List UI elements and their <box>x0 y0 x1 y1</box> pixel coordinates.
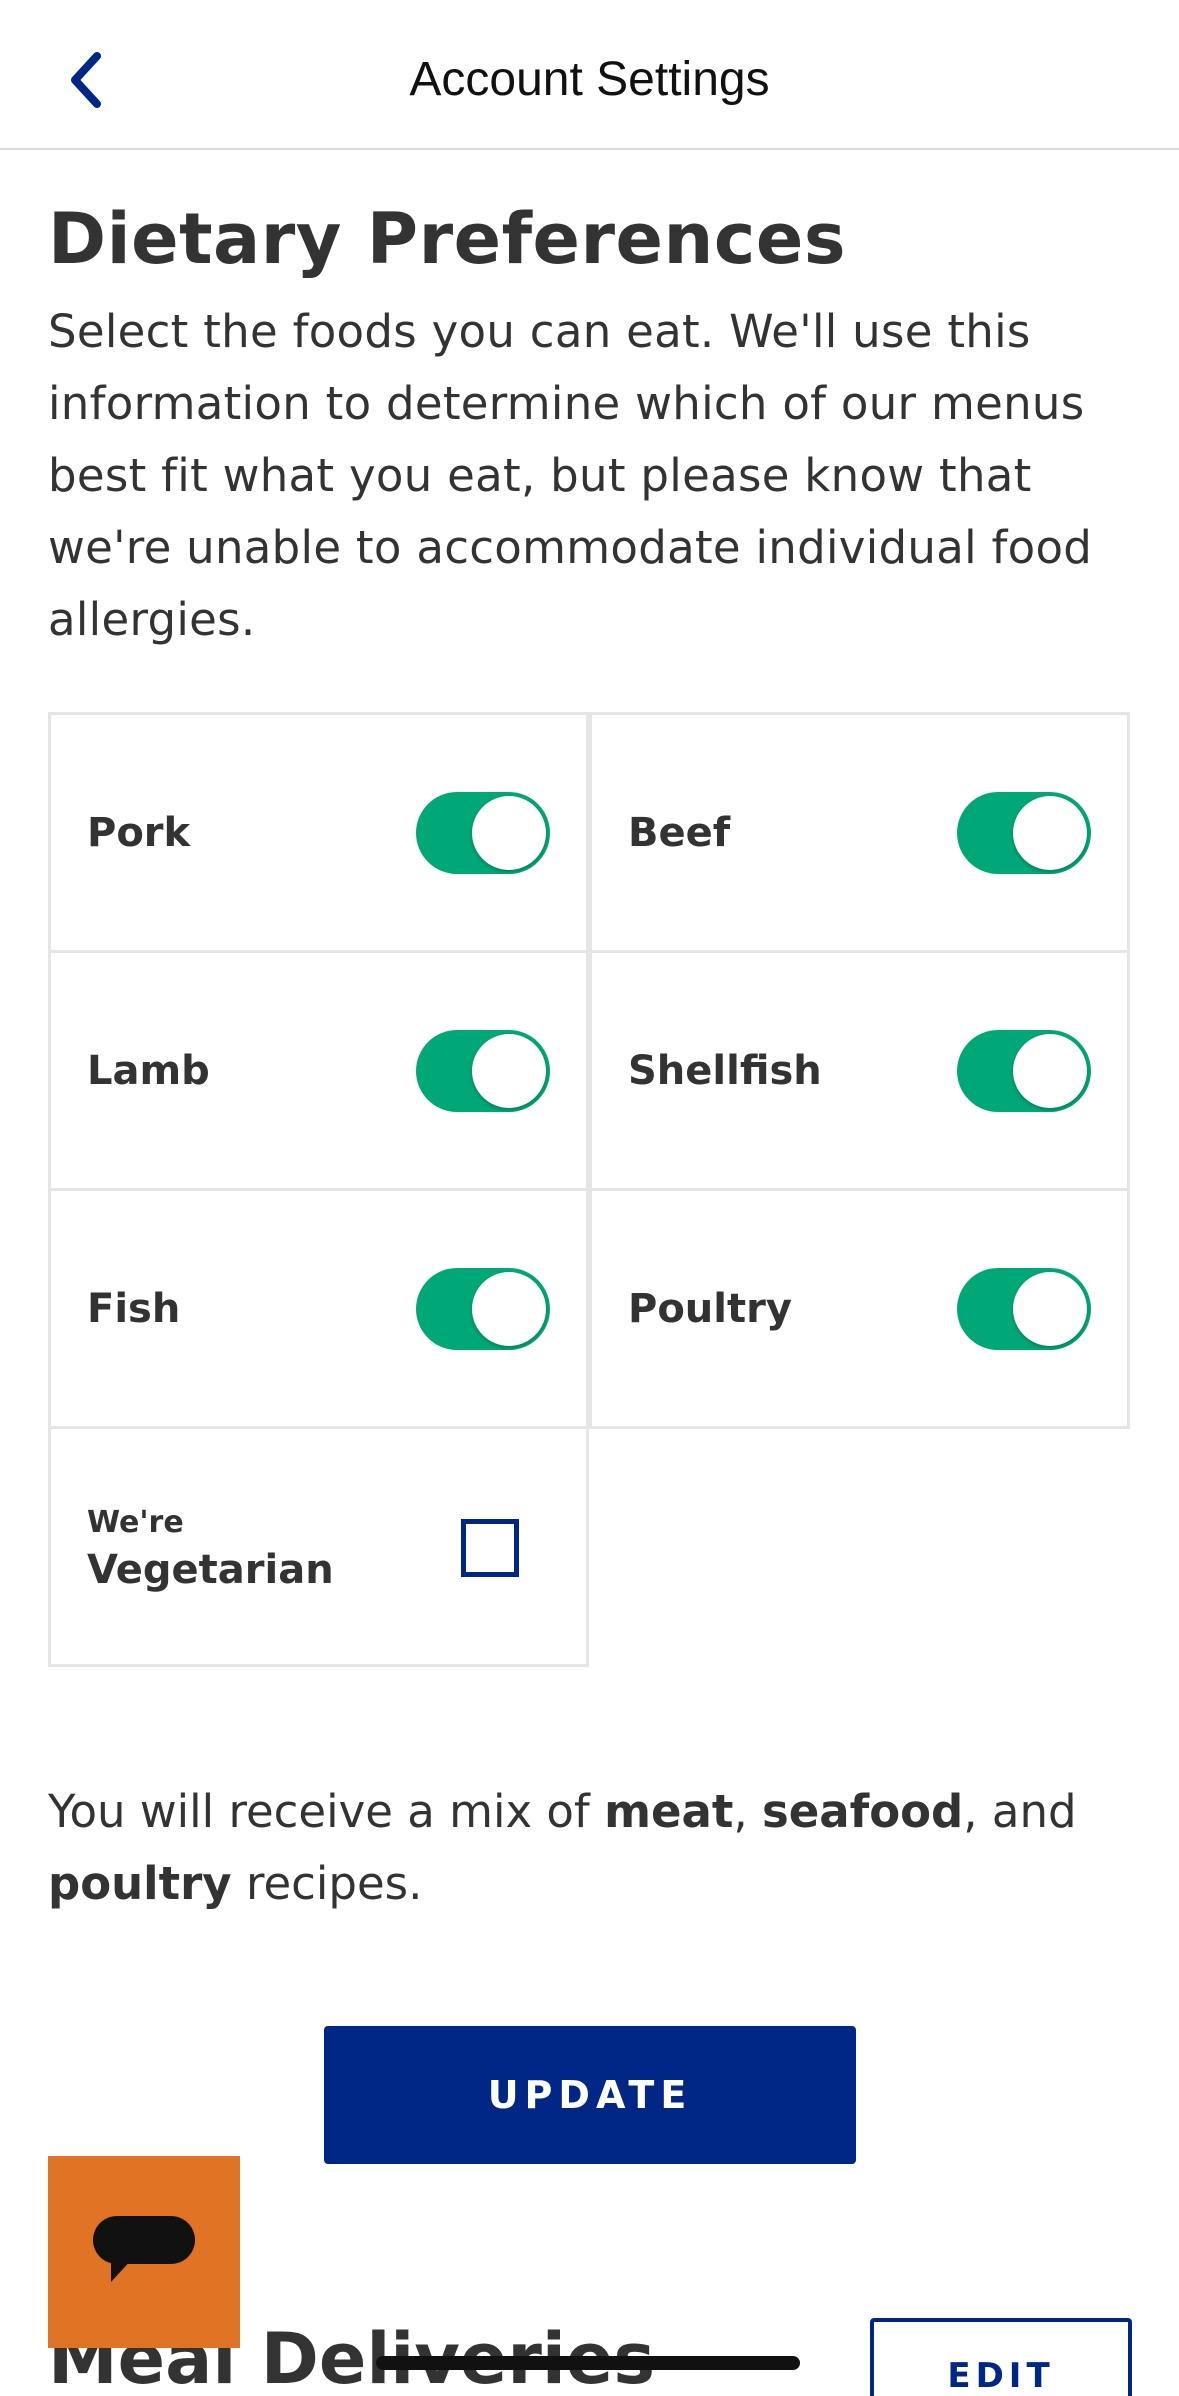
toggle-knob <box>1013 1033 1087 1108</box>
pork-toggle[interactable] <box>416 791 550 874</box>
diet-cell-lamb: Lamb <box>48 950 589 1191</box>
diet-cell-shellfish: Shellfish <box>589 950 1130 1191</box>
fish-toggle[interactable] <box>416 1267 550 1350</box>
lamb-toggle[interactable] <box>416 1029 550 1112</box>
summary-poultry: poultry <box>48 1857 232 1910</box>
header: Account Settings <box>0 0 1179 150</box>
beef-toggle[interactable] <box>957 791 1091 874</box>
summary-sep: , <box>733 1785 762 1838</box>
diet-cell-fish: Fish <box>48 1188 589 1429</box>
summary-prefix: You will receive a mix of <box>48 1785 605 1838</box>
toggle-knob <box>1013 1271 1087 1346</box>
toggle-knob <box>472 795 546 870</box>
diet-label: Poultry <box>628 1285 792 1332</box>
diet-label: Shellfish <box>628 1047 822 1094</box>
diet-cell-poultry: Poultry <box>589 1188 1130 1429</box>
toggle-knob <box>472 1271 546 1346</box>
update-button[interactable]: UPDATE <box>324 2026 856 2164</box>
summary-meat: meat <box>604 1785 734 1838</box>
edit-button[interactable]: EDIT <box>870 2318 1132 2396</box>
diet-cell-beef: Beef <box>589 712 1130 953</box>
chat-bubble-icon <box>93 2216 195 2282</box>
account-settings-screen: Account Settings Dietary Preferences Sel… <box>0 0 1179 2396</box>
summary-sep: , and <box>963 1785 1077 1838</box>
diet-label: Beef <box>628 809 731 856</box>
diet-label: Fish <box>87 1285 181 1332</box>
toggle-knob <box>472 1033 546 1108</box>
shellfish-toggle[interactable] <box>957 1029 1091 1112</box>
diet-label: Lamb <box>87 1047 210 1094</box>
summary-seafood: seafood <box>761 1785 964 1838</box>
summary-suffix: recipes. <box>231 1857 423 1910</box>
diet-label: Pork <box>87 809 191 856</box>
page-title: Account Settings <box>409 53 770 106</box>
diet-cell-pork: Pork <box>48 712 589 953</box>
toggle-knob <box>1013 795 1087 870</box>
chat-button[interactable] <box>48 2156 240 2348</box>
diet-cell-vegetarian: We're Vegetarian <box>48 1426 589 1667</box>
dietary-description: Select the foods you can eat. We'll use … <box>48 305 1093 646</box>
vegetarian-checkbox[interactable] <box>461 1519 519 1577</box>
vegetarian-prefix: We're <box>87 1505 184 1540</box>
vegetarian-label: Vegetarian <box>87 1547 334 1593</box>
poultry-toggle[interactable] <box>957 1267 1091 1350</box>
recipe-summary: You will receive a mix of meat, seafood,… <box>48 1776 1128 1920</box>
dietary-preferences-heading: Dietary Preferences <box>48 198 846 280</box>
home-indicator <box>376 2356 800 2370</box>
